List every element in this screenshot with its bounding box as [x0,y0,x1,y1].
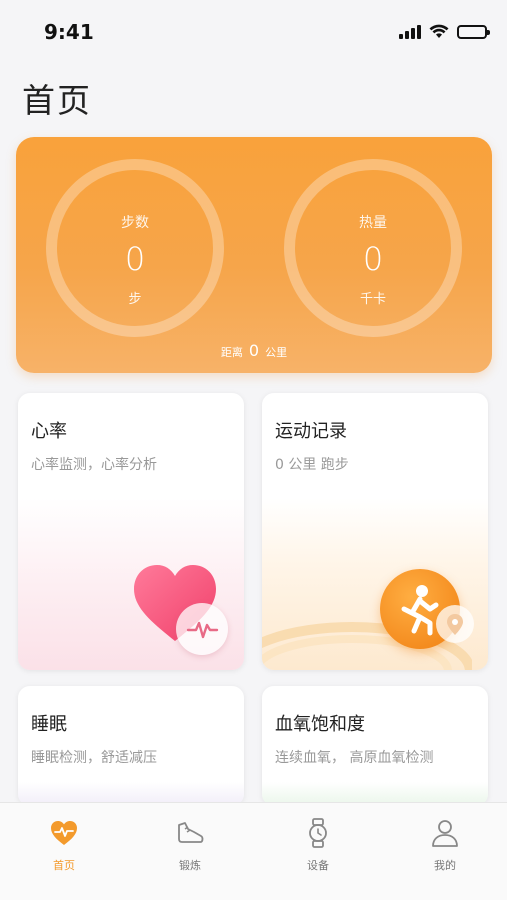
steps-ring[interactable]: 步数 0 步 [46,159,224,337]
wifi-icon [429,24,449,38]
activity-summary-card[interactable]: 步数 0 步 热量 0 千卡 距离 0 公里 [16,137,492,373]
calories-value: 0 [362,240,384,278]
watch-icon [309,818,327,848]
exercise-record-title: 运动记录 [275,421,347,442]
tab-device[interactable]: 设备 [278,817,358,873]
location-pin-icon [436,605,474,643]
distance-label: 距离 [220,346,243,359]
blood-oxygen-title: 血氧饱和度 [275,714,365,735]
tab-profile-label: 我的 [434,859,456,872]
exercise-record-card[interactable]: 运动记录 0 公里 跑步 [262,393,488,670]
tab-device-label: 设备 [307,859,329,872]
steps-label: 步数 [121,215,149,231]
person-icon [432,820,458,847]
heart-rate-card[interactable]: 心率 心率监测，心率分析 [18,393,244,670]
battery-icon [457,24,490,39]
tab-home-label: 首页 [53,859,75,872]
status-icons [399,24,490,39]
steps-value: 0 [124,240,146,278]
bottom-tab-bar: 首页 锻炼 设备 我的 [0,802,507,900]
distance-unit: 公里 [265,346,288,359]
tab-profile[interactable]: 我的 [405,817,485,873]
tab-workout-label: 锻炼 [179,859,201,872]
heart-rate-title: 心率 [31,421,67,442]
exercise-record-subtitle: 0 公里 跑步 [275,457,349,473]
blood-oxygen-card[interactable]: 血氧饱和度 连续血氧， 高原血氧检测 [262,686,488,806]
sneaker-icon [178,822,204,843]
page-title: 首页 [22,81,92,120]
calories-ring[interactable]: 热量 0 千卡 [284,159,462,337]
sleep-subtitle: 睡眠检测，舒适减压 [31,750,157,766]
calories-label: 热量 [359,215,387,231]
calories-unit: 千卡 [359,292,386,307]
tab-workout[interactable]: 锻炼 [150,817,230,873]
sleep-title: 睡眠 [31,714,67,735]
sleep-card[interactable]: 睡眠 睡眠检测，舒适减压 [18,686,244,806]
heart-rate-subtitle: 心率监测，心率分析 [31,457,157,473]
distance-readout: 距离 0 公里 [16,341,492,360]
pulse-icon [176,603,228,655]
status-bar: 9:41 [0,0,507,62]
heart-pulse-icon [51,821,77,845]
tab-home[interactable]: 首页 [24,817,104,873]
steps-unit: 步 [128,292,142,307]
blood-oxygen-subtitle: 连续血氧， 高原血氧检测 [275,750,434,766]
status-time: 9:41 [44,20,94,44]
cellular-signal-icon [399,24,421,39]
distance-value: 0 [248,341,260,360]
